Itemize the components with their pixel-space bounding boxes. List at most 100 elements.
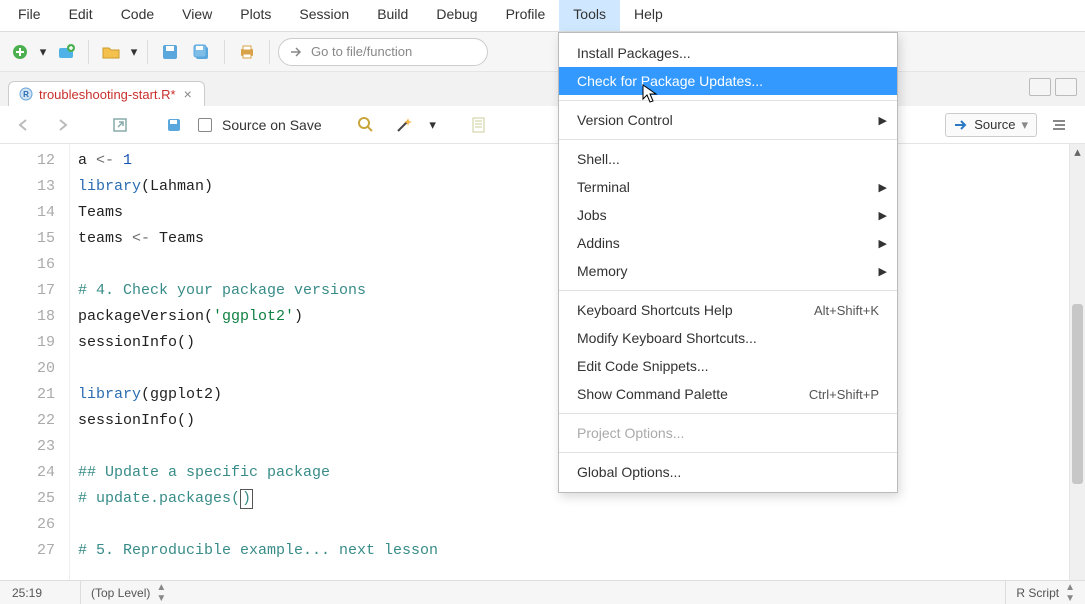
- source-button[interactable]: Source ▾: [945, 113, 1037, 137]
- tab-close-icon[interactable]: ×: [182, 86, 194, 102]
- toolbar-separator: [269, 40, 270, 64]
- r-file-icon: R: [19, 87, 33, 101]
- submenu-arrow-icon: ▶: [879, 237, 887, 250]
- open-file-caret[interactable]: ▾: [129, 44, 139, 60]
- wand-caret[interactable]: ▾: [428, 117, 438, 133]
- menu-item-version-control[interactable]: Version Control ▶: [559, 106, 897, 134]
- nav-forward-icon[interactable]: [48, 111, 76, 139]
- line-gutter: 12131415161718192021222324252627: [0, 144, 70, 604]
- menu-separator: [559, 413, 897, 414]
- menu-profile[interactable]: Profile: [492, 0, 560, 31]
- menu-item-edit-code-snippets[interactable]: Edit Code Snippets...: [559, 352, 897, 380]
- menu-item-label: Install Packages...: [577, 45, 691, 61]
- menu-item-project-options: Project Options...: [559, 419, 897, 447]
- print-icon[interactable]: [233, 38, 261, 66]
- code-line[interactable]: # 5. Reproducible example... next lesson: [78, 538, 1077, 564]
- toolbar-separator: [224, 40, 225, 64]
- menu-item-memory[interactable]: Memory ▶: [559, 257, 897, 285]
- menu-file[interactable]: File: [4, 0, 55, 31]
- menu-build[interactable]: Build: [363, 0, 422, 31]
- menu-item-label: Memory: [577, 263, 628, 279]
- cursor-position: 25:19: [0, 586, 80, 600]
- menu-help[interactable]: Help: [620, 0, 677, 31]
- editor-tab[interactable]: R troubleshooting-start.R* ×: [8, 81, 205, 106]
- menu-item-label: Keyboard Shortcuts Help: [577, 302, 733, 318]
- scroll-up-icon[interactable]: ▴: [1070, 144, 1085, 160]
- line-number: 27: [0, 538, 69, 564]
- outline-icon[interactable]: [1045, 111, 1073, 139]
- toolbar-separator: [147, 40, 148, 64]
- menu-shortcut: Ctrl+Shift+P: [809, 387, 879, 402]
- nav-back-icon[interactable]: [10, 111, 38, 139]
- text-cursor: ): [240, 489, 253, 509]
- menu-item-label: Global Options...: [577, 464, 681, 480]
- main-toolbar: ▾ ▾ Go to file/function: [0, 32, 1085, 72]
- menu-item-label: Version Control: [577, 112, 673, 128]
- code-line[interactable]: [78, 512, 1077, 538]
- submenu-arrow-icon: ▶: [879, 114, 887, 127]
- menu-separator: [559, 452, 897, 453]
- toolbar-separator: [88, 40, 89, 64]
- menu-item-label: Shell...: [577, 151, 620, 167]
- line-number: 23: [0, 434, 69, 460]
- line-number: 13: [0, 174, 69, 200]
- menu-item-jobs[interactable]: Jobs▶: [559, 201, 897, 229]
- code-editor[interactable]: 12131415161718192021222324252627 a <- 1l…: [0, 144, 1085, 604]
- menu-debug[interactable]: Debug: [422, 0, 491, 31]
- line-number: 18: [0, 304, 69, 330]
- menu-item-shell[interactable]: Shell...: [559, 145, 897, 173]
- menubar: FileEditCodeViewPlotsSessionBuildDebugPr…: [0, 0, 1085, 32]
- menu-item-addins[interactable]: Addins▶: [559, 229, 897, 257]
- menu-view[interactable]: View: [168, 0, 226, 31]
- line-number: 21: [0, 382, 69, 408]
- filetype-selector[interactable]: R Script ▲▼: [1005, 581, 1085, 604]
- minimize-pane-icon[interactable]: [1029, 78, 1051, 96]
- filetype-label: R Script: [1016, 586, 1059, 600]
- menu-session[interactable]: Session: [285, 0, 363, 31]
- menu-edit[interactable]: Edit: [55, 0, 107, 31]
- submenu-arrow-icon: ▶: [879, 181, 887, 194]
- menu-item-label: Terminal: [577, 179, 630, 195]
- vertical-scrollbar[interactable]: ▴ ▾: [1069, 144, 1085, 604]
- menu-item-global-options[interactable]: Global Options...: [559, 458, 897, 486]
- menu-code[interactable]: Code: [107, 0, 168, 31]
- tools-menu-dropdown: Install Packages... Check for Package Upd…: [558, 32, 898, 493]
- save-file-icon[interactable]: [160, 111, 188, 139]
- statusbar: 25:19 (Top Level) ▲▼ R Script ▲▼: [0, 580, 1085, 604]
- menu-plots[interactable]: Plots: [226, 0, 285, 31]
- goto-arrow-icon: [289, 45, 303, 59]
- source-on-save-label: Source on Save: [222, 117, 322, 133]
- menu-item-label: Edit Code Snippets...: [577, 358, 709, 374]
- menu-item-terminal[interactable]: Terminal ▶: [559, 173, 897, 201]
- scrollbar-thumb[interactable]: [1072, 304, 1083, 484]
- source-on-save-checkbox[interactable]: [198, 118, 212, 132]
- menu-item-modify-keyboard-shortcuts[interactable]: Modify Keyboard Shortcuts...: [559, 324, 897, 352]
- menu-item-check-for-package-updates[interactable]: Check for Package Updates...: [559, 67, 897, 95]
- menu-tools[interactable]: Tools: [559, 0, 620, 31]
- source-button-label: Source: [974, 117, 1015, 132]
- goto-file-input[interactable]: Go to file/function: [278, 38, 488, 66]
- scope-selector[interactable]: (Top Level) ▲▼: [80, 581, 176, 604]
- show-in-new-window-icon[interactable]: [106, 111, 134, 139]
- new-file-icon[interactable]: [6, 38, 34, 66]
- save-icon[interactable]: [156, 38, 184, 66]
- menu-item-show-command-palette[interactable]: Show Command PaletteCtrl+Shift+P: [559, 380, 897, 408]
- new-file-caret[interactable]: ▾: [38, 44, 48, 60]
- save-all-icon[interactable]: [188, 38, 216, 66]
- source-caret[interactable]: ▾: [1021, 117, 1028, 133]
- wand-icon[interactable]: [390, 111, 418, 139]
- open-file-icon[interactable]: [97, 38, 125, 66]
- menu-separator: [559, 290, 897, 291]
- find-icon[interactable]: [352, 111, 380, 139]
- menu-item-install-packages[interactable]: Install Packages...: [559, 39, 897, 67]
- menu-item-keyboard-shortcuts-help[interactable]: Keyboard Shortcuts HelpAlt+Shift+K: [559, 296, 897, 324]
- new-project-icon[interactable]: [52, 38, 80, 66]
- submenu-arrow-icon: ▶: [879, 265, 887, 278]
- svg-text:R: R: [23, 90, 29, 99]
- menu-item-label: Check for Package Updates...: [577, 73, 763, 89]
- line-number: 17: [0, 278, 69, 304]
- goto-placeholder: Go to file/function: [311, 44, 412, 59]
- maximize-pane-icon[interactable]: [1055, 78, 1077, 96]
- submenu-arrow-icon: ▶: [879, 209, 887, 222]
- notebook-icon[interactable]: [464, 111, 492, 139]
